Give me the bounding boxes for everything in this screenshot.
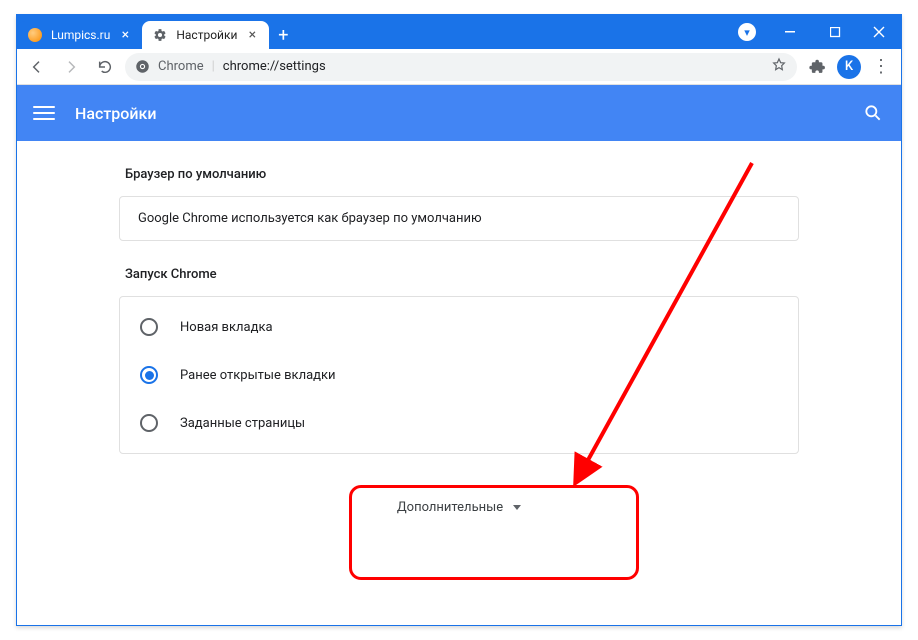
advanced-label: Дополнительные: [397, 500, 503, 515]
section-startup-label: Запуск Chrome: [125, 267, 799, 282]
kebab-menu-button[interactable]: ⋮: [867, 53, 895, 81]
reload-button[interactable]: [91, 53, 119, 81]
minimize-button[interactable]: [769, 15, 813, 49]
page-title: Настройки: [75, 104, 156, 123]
radio-label: Заданные страницы: [180, 416, 305, 431]
back-button[interactable]: [23, 53, 51, 81]
search-icon[interactable]: [861, 101, 885, 125]
radio-icon: [140, 414, 158, 432]
radio-label: Новая вкладка: [180, 320, 273, 335]
lumpics-favicon: [27, 27, 43, 43]
avatar[interactable]: K: [837, 55, 861, 79]
star-icon[interactable]: [771, 57, 787, 77]
close-icon[interactable]: ×: [245, 28, 259, 42]
close-icon[interactable]: ×: [118, 28, 132, 42]
settings-header: Настройки: [17, 85, 901, 141]
scheme-label: Chrome: [158, 59, 204, 74]
default-browser-status: Google Chrome используется как браузер п…: [138, 211, 482, 226]
settings-content: Браузер по умолчанию Google Chrome испол…: [119, 141, 799, 571]
titlebar: Lumpics.ru × Настройки × + ▾: [17, 15, 901, 49]
window-close-button[interactable]: [857, 15, 901, 49]
page-area: Настройки Браузер по умолчанию Google Ch…: [17, 85, 901, 625]
startup-option-new-tab[interactable]: Новая вкладка: [120, 303, 798, 351]
settings-scroll[interactable]: Браузер по умолчанию Google Chrome испол…: [17, 141, 901, 625]
address-bar[interactable]: Chrome | chrome://settings: [125, 53, 797, 81]
hamburger-icon[interactable]: [33, 102, 55, 124]
startup-card: Новая вкладка Ранее открытые вкладки Зад…: [119, 296, 799, 454]
maximize-button[interactable]: [813, 15, 857, 49]
divider: |: [212, 59, 215, 74]
profile-dot-icon: ▾: [738, 23, 756, 41]
browser-window: Lumpics.ru × Настройки × + ▾: [16, 14, 902, 626]
forward-button[interactable]: [57, 53, 85, 81]
radio-label: Ранее открытые вкладки: [180, 368, 336, 383]
chevron-down-icon: [513, 505, 521, 510]
radio-icon: [140, 318, 158, 336]
profile-indicator[interactable]: ▾: [725, 15, 769, 49]
tab-title: Настройки: [176, 28, 237, 42]
avatar-letter: K: [845, 59, 853, 74]
toolbar: Chrome | chrome://settings K ⋮: [17, 49, 901, 85]
chrome-icon: [135, 59, 150, 74]
startup-option-continue[interactable]: Ранее открытые вкладки: [120, 351, 798, 399]
tab-lumpics[interactable]: Lumpics.ru ×: [17, 21, 142, 49]
section-default-browser-label: Браузер по умолчанию: [125, 167, 799, 182]
tab-settings[interactable]: Настройки ×: [142, 21, 269, 49]
url-text: chrome://settings: [223, 59, 326, 74]
advanced-toggle[interactable]: Дополнительные: [119, 484, 799, 531]
tab-title: Lumpics.ru: [51, 28, 110, 42]
radio-icon: [140, 366, 158, 384]
startup-option-specific[interactable]: Заданные страницы: [120, 399, 798, 447]
new-tab-button[interactable]: +: [269, 21, 297, 49]
default-browser-card: Google Chrome используется как браузер п…: [119, 196, 799, 241]
extensions-button[interactable]: [803, 53, 831, 81]
gear-icon: [152, 27, 168, 43]
